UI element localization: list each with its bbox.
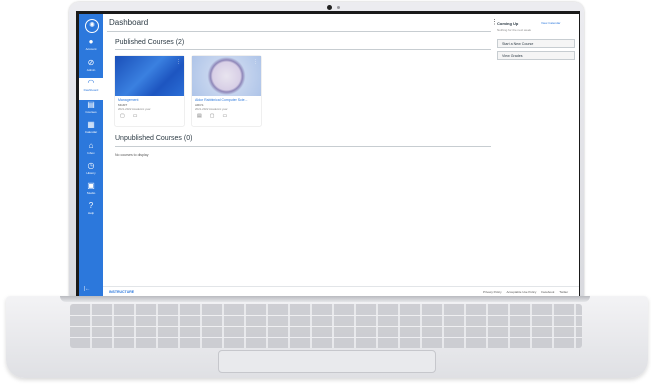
- footer-links: Privacy Policy Acceptable Use Policy Fac…: [479, 290, 568, 294]
- unpublished-heading: Unpublished Courses (0): [115, 135, 193, 142]
- start-new-course-button[interactable]: Start a New Course: [497, 39, 575, 48]
- twitter-link[interactable]: Twitter: [559, 290, 568, 294]
- webcam-light: [337, 6, 340, 9]
- card-options-icon[interactable]: ⋮: [176, 59, 181, 65]
- nav-label: Inbox: [87, 151, 95, 155]
- nav-item-calendar[interactable]: ▦ Calendar: [79, 120, 103, 142]
- nav-item-help[interactable]: ? Help: [79, 201, 103, 223]
- course-term: 2021-2022 Academic year: [195, 107, 228, 111]
- calendar-icon: ▦: [87, 120, 95, 129]
- published-heading: Published Courses (2): [115, 39, 185, 46]
- divider: [115, 49, 491, 50]
- divider: [115, 146, 491, 147]
- inbox-icon: ⌂: [88, 141, 94, 150]
- nav-label: Dashboard: [83, 88, 99, 92]
- studio-icon: ▣: [87, 181, 95, 190]
- nav-item-account[interactable]: ● Account: [79, 37, 103, 59]
- nav-label: Admin: [86, 68, 96, 72]
- laptop-hinge: [60, 296, 590, 302]
- trackpad: [218, 350, 436, 373]
- card-actions: ▤ ▢ ▭: [197, 113, 235, 119]
- nav-item-inbox[interactable]: ⌂ Inbox: [79, 141, 103, 163]
- discussions-icon[interactable]: ▢: [210, 113, 215, 119]
- instructure-logo[interactable]: INSTRUCTURE: [109, 290, 134, 294]
- keyboard: [70, 304, 582, 348]
- footer-divider: [103, 286, 579, 287]
- card-actions: ▢ ▭: [120, 113, 145, 119]
- global-nav: ✺ ● Account ⊘ Admin ◠ Dashboard ▤ Course…: [79, 14, 103, 296]
- nav-label: Help: [87, 211, 95, 215]
- course-title[interactable]: Aldor Rabbinical Computer Scie...: [195, 98, 248, 102]
- nav-label: Courses: [85, 110, 97, 114]
- discussions-icon[interactable]: ▢: [120, 113, 125, 119]
- nav-item-dashboard[interactable]: ◠ Dashboard: [79, 78, 103, 100]
- nav-label: Calendar: [84, 130, 98, 134]
- dashboard-icon: ◠: [87, 78, 95, 87]
- screen: ✺ ● Account ⊘ Admin ◠ Dashboard ▤ Course…: [79, 14, 579, 296]
- webcam-icon: [327, 5, 332, 10]
- course-card[interactable]: ⋮ Aldor Rabbinical Computer Scie... ARCS…: [192, 56, 261, 126]
- nav-item-admin[interactable]: ⊘ Admin: [79, 58, 103, 80]
- announcements-icon[interactable]: ▤: [197, 113, 202, 119]
- view-calendar-link[interactable]: View Calendar: [541, 21, 560, 25]
- course-term: 2021-2022 Academic year: [118, 107, 151, 111]
- book-icon: ▤: [87, 100, 95, 109]
- course-title[interactable]: Management: [118, 98, 138, 102]
- shield-icon: ⊘: [87, 58, 95, 67]
- files-icon[interactable]: ▭: [222, 113, 227, 119]
- page-title: Dashboard: [109, 18, 149, 27]
- course-card[interactable]: ⋮ Management MGMT 2021-2022 Academic yea…: [115, 56, 184, 126]
- nav-label: Account: [85, 47, 97, 51]
- privacy-policy-link[interactable]: Privacy Policy: [483, 290, 502, 294]
- card-options-icon[interactable]: ⋮: [253, 59, 258, 65]
- divider: [107, 31, 491, 32]
- coming-up-heading: Coming Up: [497, 21, 519, 26]
- facebook-link[interactable]: Facebook: [541, 290, 554, 294]
- view-grades-button[interactable]: View Grades: [497, 51, 575, 60]
- help-icon: ?: [88, 201, 94, 210]
- empty-state-text: No courses to display: [115, 153, 149, 157]
- nav-label: Studio: [86, 191, 96, 195]
- clock-icon: ◷: [87, 161, 95, 170]
- course-card-image[interactable]: [115, 56, 184, 96]
- course-card-image[interactable]: [192, 56, 261, 96]
- canvas-logo-icon[interactable]: ✺: [85, 19, 99, 33]
- account-avatar-icon: ●: [88, 37, 94, 46]
- coming-up-empty-text: Nothing for the next week: [497, 28, 532, 32]
- files-icon[interactable]: ▭: [133, 113, 138, 119]
- nav-label: History: [86, 171, 96, 175]
- nav-item-history[interactable]: ◷ History: [79, 161, 103, 183]
- nav-item-courses[interactable]: ▤ Courses: [79, 100, 103, 122]
- collapse-nav-button[interactable]: |←: [84, 286, 90, 292]
- nav-item-studio[interactable]: ▣ Studio: [79, 181, 103, 203]
- acceptable-use-link[interactable]: Acceptable Use Policy: [507, 290, 537, 294]
